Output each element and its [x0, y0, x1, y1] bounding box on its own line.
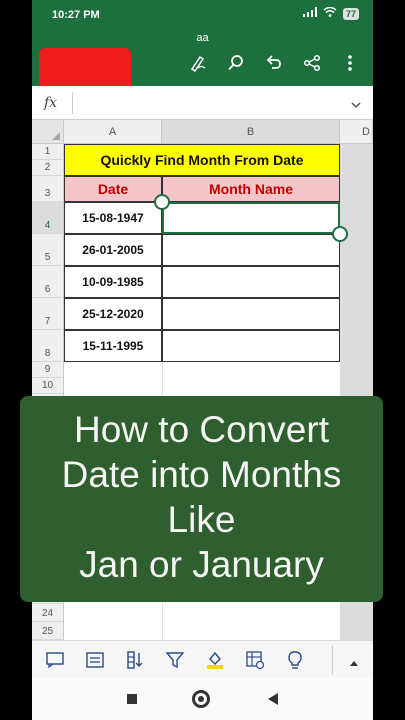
document-name[interactable]: aa [32, 32, 373, 44]
month-name-cell[interactable] [162, 234, 340, 266]
system-nav-bar [32, 678, 373, 720]
row-header-selected[interactable]: 4 [32, 202, 64, 234]
column-header-d[interactable]: D [340, 120, 373, 144]
row-header[interactable]: 10 [32, 378, 64, 394]
formula-divider [72, 92, 73, 114]
draw-pen-icon[interactable] [189, 54, 207, 72]
back-icon[interactable] [268, 693, 278, 705]
app-title-bar: aa [32, 30, 373, 94]
selection-handle-top-left[interactable] [154, 194, 170, 210]
sort-icon[interactable] [124, 649, 146, 671]
date-header-cell[interactable]: Date [64, 176, 162, 202]
row-header[interactable]: 6 [32, 266, 64, 298]
month-name-cell-selected[interactable] [162, 202, 340, 234]
date-cell[interactable]: 26-01-2005 [64, 234, 162, 266]
fill-color-icon[interactable] [204, 649, 226, 671]
overlay-line: Date into Months [61, 454, 342, 495]
bottom-toolbar [32, 640, 373, 678]
row-header[interactable]: 3 [32, 176, 64, 202]
row-header[interactable]: 24 [32, 604, 64, 622]
signal-icon [302, 7, 317, 20]
overlay-line: Like [167, 499, 236, 540]
row-header[interactable]: 1 [32, 144, 64, 160]
formula-bar: fx [32, 86, 373, 120]
select-all-corner[interactable] [32, 120, 64, 144]
month-name-header-cell[interactable]: Month Name [162, 176, 340, 202]
wifi-icon [323, 6, 337, 20]
date-cell[interactable]: 10-09-1985 [64, 266, 162, 298]
status-bar: 10:27 PM 77 [32, 0, 373, 30]
formula-input[interactable] [82, 95, 322, 111]
expand-up-icon[interactable] [349, 655, 359, 673]
column-header-a[interactable]: A [64, 120, 162, 144]
comments-icon[interactable] [44, 649, 66, 671]
toolbar-divider [332, 645, 333, 675]
selection-handle-bottom-right[interactable] [332, 226, 348, 242]
idea-icon[interactable] [284, 649, 306, 671]
card-view-icon[interactable] [84, 649, 106, 671]
month-name-cell[interactable] [162, 266, 340, 298]
overlay-line: Jan or January [79, 544, 324, 585]
title-toolbar [189, 54, 359, 72]
date-cell[interactable]: 15-08-1947 [64, 202, 162, 234]
row-header[interactable]: 2 [32, 160, 64, 176]
corner-triangle-icon [52, 132, 60, 140]
row-header[interactable]: 9 [32, 362, 64, 378]
chevron-down-icon[interactable] [351, 96, 361, 114]
row-header[interactable]: 25 [32, 622, 64, 640]
month-name-cell[interactable] [162, 298, 340, 330]
home-icon[interactable] [192, 690, 210, 708]
recent-apps-icon[interactable] [127, 694, 137, 704]
filter-icon[interactable] [164, 649, 186, 671]
undo-icon[interactable] [265, 54, 283, 72]
overlay-line: How to Convert [74, 409, 329, 450]
row-header[interactable]: 8 [32, 330, 64, 362]
column-header-b[interactable]: B [162, 120, 340, 144]
share-icon[interactable] [303, 54, 321, 72]
row-header[interactable]: 7 [32, 298, 64, 330]
more-options-icon[interactable] [341, 54, 359, 72]
title-cell[interactable]: Quickly Find Month From Date [64, 144, 340, 176]
date-cell[interactable]: 25-12-2020 [64, 298, 162, 330]
phone-screen: 10:27 PM 77 aa fx A B D 1 2 3 4 5 6 7 8 … [32, 0, 373, 720]
month-name-cell[interactable] [162, 330, 340, 362]
status-icons: 77 [302, 6, 359, 20]
date-cell[interactable]: 15-11-1995 [64, 330, 162, 362]
fx-label[interactable]: fx [44, 95, 57, 111]
status-time: 10:27 PM [52, 9, 100, 21]
insert-table-icon[interactable] [244, 649, 266, 671]
battery-indicator: 77 [342, 7, 359, 20]
bottom-toolbar-icons [44, 649, 306, 671]
video-title-overlay: How to Convert Date into Months Like Jan… [20, 396, 383, 602]
search-icon[interactable] [227, 54, 245, 72]
row-header[interactable]: 5 [32, 234, 64, 266]
